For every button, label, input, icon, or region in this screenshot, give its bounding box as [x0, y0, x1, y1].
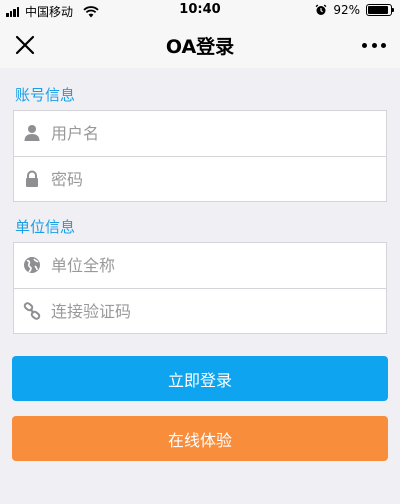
account-section-label: 账号信息 [15, 86, 76, 104]
unit-name-row [14, 243, 386, 288]
battery-icon [366, 4, 394, 16]
trial-button[interactable]: 在线体验 [12, 416, 388, 461]
connect-code-input[interactable] [51, 289, 381, 333]
page-title: OA登录 [165, 36, 235, 58]
globe-icon [24, 257, 40, 273]
account-input-group [13, 110, 387, 202]
connect-code-row [14, 288, 386, 333]
username-row [14, 111, 386, 156]
lock-icon [26, 170, 38, 187]
status-right: 92% [315, 3, 394, 17]
status-bar: 中国移动 10:40 92% [0, 0, 400, 22]
battery-percent: 92% [333, 3, 360, 17]
password-input[interactable] [51, 157, 381, 201]
unit-name-input[interactable] [51, 243, 381, 287]
unit-input-group [13, 242, 387, 334]
battery-fill [368, 6, 389, 14]
username-input[interactable] [51, 111, 381, 155]
password-row [14, 156, 386, 201]
login-button[interactable]: 立即登录 [12, 356, 388, 401]
user-icon [24, 125, 40, 141]
unit-section-label: 单位信息 [15, 218, 76, 236]
link-icon [23, 302, 41, 320]
alarm-icon [315, 4, 327, 15]
more-icon[interactable] [362, 34, 386, 56]
nav-bar: OA登录 [0, 22, 400, 68]
